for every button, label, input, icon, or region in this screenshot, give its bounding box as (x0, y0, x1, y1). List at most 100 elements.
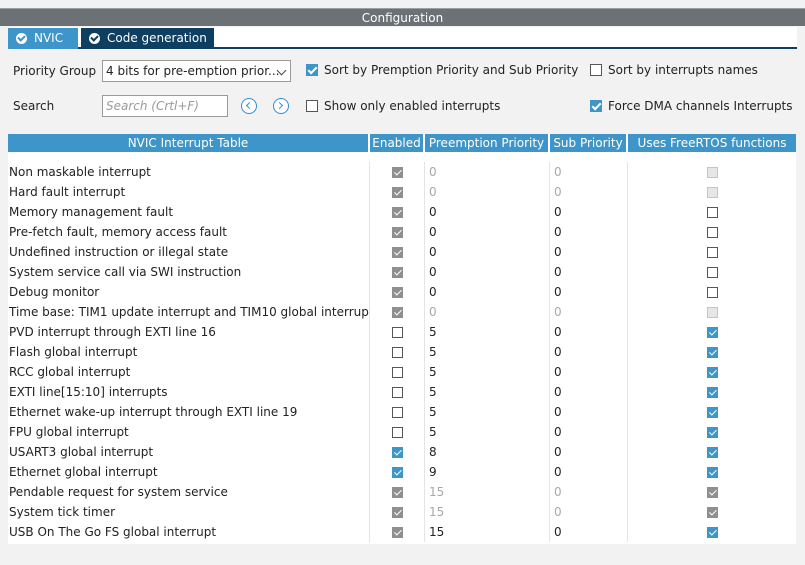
freertos-cell (628, 362, 796, 382)
freertos-checkbox[interactable] (706, 446, 718, 458)
table-row[interactable]: Debug monitor 0 0 (8, 282, 796, 302)
preemption-priority-cell[interactable]: 5 (425, 422, 550, 442)
sub-priority-cell[interactable]: 0 (550, 362, 628, 382)
preemption-priority-cell[interactable]: 5 (425, 382, 550, 402)
sub-priority-cell[interactable]: 0 (550, 222, 628, 242)
preemption-priority-cell[interactable]: 5 (425, 362, 550, 382)
sort-names-option[interactable]: Sort by interrupts names (590, 63, 758, 77)
sub-priority-cell[interactable]: 0 (550, 382, 628, 402)
freertos-checkbox[interactable] (706, 246, 718, 258)
enabled-checkbox (391, 306, 403, 318)
freertos-checkbox[interactable] (706, 266, 718, 278)
enabled-checkbox[interactable] (391, 366, 403, 378)
table-row[interactable]: PVD interrupt through EXTI line 16 5 0 (8, 322, 796, 342)
enabled-checkbox[interactable] (391, 466, 403, 478)
preemption-priority-cell[interactable]: 0 (425, 222, 550, 242)
sub-priority-cell[interactable]: 0 (550, 262, 628, 282)
tab-code-generation[interactable]: Code generation (81, 28, 214, 49)
enabled-checkbox[interactable] (391, 386, 403, 398)
table-row[interactable]: Time base: TIM1 update interrupt and TIM… (8, 302, 796, 322)
preemption-priority-cell[interactable]: 9 (425, 462, 550, 482)
enabled-cell (370, 362, 425, 382)
search-previous-button[interactable] (241, 98, 257, 114)
freertos-checkbox[interactable] (706, 346, 718, 358)
table-row[interactable]: EXTI line[15:10] interrupts 5 0 (8, 382, 796, 402)
interrupt-name: Ethernet global interrupt (8, 462, 370, 482)
column-header-enabled[interactable]: Enabled (370, 134, 425, 152)
table-row[interactable]: Hard fault interrupt 0 0 (8, 182, 796, 202)
table-row[interactable]: Ethernet wake-up interrupt through EXTI … (8, 402, 796, 422)
enabled-cell (370, 262, 425, 282)
search-next-button[interactable] (273, 98, 289, 114)
priority-group-label: Priority Group (13, 64, 97, 78)
freertos-checkbox[interactable] (706, 286, 718, 298)
sub-priority-cell[interactable]: 0 (550, 202, 628, 222)
sub-priority-cell[interactable]: 0 (550, 462, 628, 482)
sub-priority-cell[interactable]: 0 (550, 242, 628, 262)
table-row[interactable]: System tick timer 15 0 (8, 502, 796, 522)
freertos-checkbox[interactable] (706, 366, 718, 378)
sub-priority-cell[interactable]: 0 (550, 442, 628, 462)
column-header-sub-priority[interactable]: Sub Priority (550, 134, 628, 152)
preemption-priority-cell[interactable]: 0 (425, 202, 550, 222)
enabled-checkbox[interactable] (391, 446, 403, 458)
sub-priority-cell: 0 (550, 302, 628, 322)
freertos-checkbox[interactable] (706, 406, 718, 418)
column-header-interrupt[interactable]: NVIC Interrupt Table (8, 134, 370, 152)
enabled-checkbox (391, 506, 403, 518)
table-row[interactable]: USART3 global interrupt 8 0 (8, 442, 796, 462)
sub-priority-cell[interactable]: 0 (550, 342, 628, 362)
priority-group-select[interactable]: 4 bits for pre-emption prior... (102, 60, 291, 82)
preemption-priority-cell[interactable]: 8 (425, 442, 550, 462)
sort-premption-checkbox[interactable] (306, 64, 318, 76)
force-dma-checkbox[interactable] (590, 100, 602, 112)
table-row[interactable]: Flash global interrupt 5 0 (8, 342, 796, 362)
sub-priority-cell[interactable]: 0 (550, 402, 628, 422)
enabled-cell (370, 502, 425, 522)
table-row[interactable]: Undefined instruction or illegal state 0 0 (8, 242, 796, 262)
sort-premption-option[interactable]: Sort by Premption Priority and Sub Prior… (306, 63, 578, 77)
only-enabled-option[interactable]: Show only enabled interrupts (306, 99, 500, 113)
enabled-checkbox[interactable] (391, 406, 403, 418)
table-row[interactable]: Ethernet global interrupt 9 0 (8, 462, 796, 482)
table-row[interactable]: System service call via SWI instruction 0… (8, 262, 796, 282)
preemption-priority-cell[interactable]: 0 (425, 282, 550, 302)
preemption-priority-cell[interactable]: 15 (425, 522, 550, 542)
freertos-checkbox[interactable] (706, 426, 718, 438)
freertos-checkbox[interactable] (706, 386, 718, 398)
interrupt-name: System service call via SWI instruction (8, 262, 370, 282)
interrupt-name: Memory management fault (8, 202, 370, 222)
preemption-priority-cell[interactable]: 5 (425, 322, 550, 342)
freertos-checkbox[interactable] (706, 206, 718, 218)
enabled-checkbox[interactable] (391, 346, 403, 358)
table-row[interactable]: Pre-fetch fault, memory access fault 0 0 (8, 222, 796, 242)
table-row[interactable]: FPU global interrupt 5 0 (8, 422, 796, 442)
freertos-checkbox[interactable] (706, 326, 718, 338)
only-enabled-checkbox[interactable] (306, 100, 318, 112)
enabled-checkbox[interactable] (391, 426, 403, 438)
force-dma-option[interactable]: Force DMA channels Interrupts (590, 99, 793, 113)
sub-priority-cell[interactable]: 0 (550, 322, 628, 342)
sub-priority-cell[interactable]: 0 (550, 522, 628, 542)
table-row[interactable]: RCC global interrupt 5 0 (8, 362, 796, 382)
freertos-checkbox[interactable] (706, 526, 718, 538)
tab-nvic[interactable]: NVIC (8, 28, 78, 49)
freertos-checkbox[interactable] (706, 466, 718, 478)
freertos-checkbox (706, 166, 718, 178)
column-header-preemption[interactable]: Preemption Priority (425, 134, 550, 152)
column-header-freertos[interactable]: Uses FreeRTOS functions (628, 134, 796, 152)
preemption-priority-cell[interactable]: 5 (425, 342, 550, 362)
enabled-checkbox[interactable] (391, 326, 403, 338)
sub-priority-cell[interactable]: 0 (550, 422, 628, 442)
preemption-priority-cell[interactable]: 0 (425, 242, 550, 262)
table-row[interactable]: USB On The Go FS global interrupt 15 0 (8, 522, 796, 542)
freertos-checkbox[interactable] (706, 226, 718, 238)
preemption-priority-cell[interactable]: 5 (425, 402, 550, 422)
table-row[interactable]: Memory management fault 0 0 (8, 202, 796, 222)
table-row[interactable]: Non maskable interrupt 0 0 (8, 162, 796, 182)
table-row[interactable]: Pendable request for system service 15 0 (8, 482, 796, 502)
search-input[interactable] (102, 95, 228, 117)
sort-names-checkbox[interactable] (590, 64, 602, 76)
sub-priority-cell[interactable]: 0 (550, 282, 628, 302)
preemption-priority-cell[interactable]: 0 (425, 262, 550, 282)
